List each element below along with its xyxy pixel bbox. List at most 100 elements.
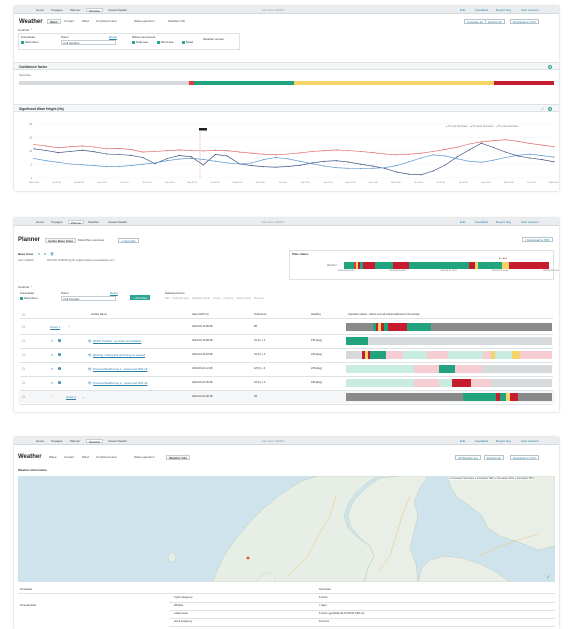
subtab-wave[interactable]: Wave: [47, 455, 59, 460]
data-point[interactable]: [154, 162, 156, 164]
data-point[interactable]: [553, 156, 555, 158]
col-operation-status[interactable]: Operation status - Worst over all criter…: [348, 313, 420, 316]
data-point[interactable]: [178, 155, 180, 157]
data-point[interactable]: [202, 158, 204, 160]
data-point[interactable]: [517, 154, 519, 156]
data-point[interactable]: [106, 153, 108, 155]
col-total-hours[interactable]: Total hours: [254, 313, 267, 316]
data-point[interactable]: [251, 162, 253, 164]
data-point[interactable]: [275, 154, 277, 156]
data-point[interactable]: [166, 158, 168, 160]
operation-status-bar[interactable]: [346, 365, 552, 373]
eye-icon[interactable]: 👁: [88, 381, 92, 385]
subtab-wind[interactable]: Wind: [80, 455, 91, 460]
data-point[interactable]: [372, 165, 374, 167]
nav-tab-weather[interactable]: Weather: [86, 220, 101, 225]
row-checkbox[interactable]: ☐: [22, 325, 25, 329]
data-point[interactable]: [311, 163, 313, 165]
data-point[interactable]: [275, 156, 277, 159]
data-point[interactable]: [69, 146, 71, 148]
all-weather-button[interactable]: All Weather sel.: [455, 455, 482, 460]
explore-all-button[interactable]: Explore all: [485, 19, 505, 24]
data-point[interactable]: [492, 146, 495, 149]
legend-item[interactable]: ● Forecaster WNI: [515, 477, 534, 480]
data-point[interactable]: [106, 166, 108, 168]
data-point[interactable]: [118, 153, 120, 156]
data-point[interactable]: [81, 145, 83, 147]
operation-status-bar[interactable]: [346, 379, 552, 387]
data-point[interactable]: [480, 161, 482, 163]
fullscreen-icon[interactable]: ⤢: [547, 575, 550, 579]
data-point[interactable]: [299, 152, 301, 154]
nav-tab-home[interactable]: Home: [34, 439, 46, 444]
table-row[interactable]: ☐ Group 1 ⌃ 2024-09-19 08:48 88: [18, 321, 555, 333]
data-point[interactable]: [372, 152, 374, 154]
nav-report-bug-link[interactable]: Report bug: [496, 439, 511, 443]
data-point[interactable]: [505, 139, 507, 141]
nav-tab-vessel-details[interactable]: Vessel Details: [106, 8, 129, 13]
data-point[interactable]: [456, 156, 458, 158]
selected-action-5[interactable]: Add to group: [236, 297, 251, 300]
plan-status-bar[interactable]: [344, 262, 549, 269]
wave-swell-checkbox[interactable]: Swell: [182, 40, 193, 44]
wave-total-sea-checkbox[interactable]: Total sea: [132, 40, 148, 44]
data-point[interactable]: [359, 163, 362, 165]
table-row[interactable]: ☐ ✎ ✓ 👁 MOCF Position - go down and stabiliz…: [18, 335, 555, 347]
data-point[interactable]: [130, 154, 132, 156]
data-point[interactable]: [492, 159, 495, 161]
data-point[interactable]: [263, 159, 265, 161]
data-point[interactable]: [166, 150, 168, 152]
data-point[interactable]: [81, 164, 83, 166]
nav-report-bug-link[interactable]: Report bug: [496, 220, 511, 224]
series-line-1[interactable]: [33, 142, 555, 176]
data-point[interactable]: [553, 161, 555, 163]
data-point[interactable]: [529, 142, 531, 144]
subtab-wave-spectrum[interactable]: Wave spectrum: [132, 455, 157, 460]
data-point[interactable]: [251, 152, 253, 154]
row-checkbox[interactable]: ☐: [22, 339, 25, 343]
selected-action-2[interactable]: Duplicate group: [192, 297, 210, 300]
edit-icon[interactable]: ✎: [51, 339, 54, 343]
vessel-position-marker[interactable]: [246, 556, 250, 560]
download-csv-button[interactable]: Download to CSV: [510, 455, 539, 460]
copy-icon[interactable]: ⧉: [44, 252, 46, 256]
legend-item[interactable]: ● Forecaster DNV: [495, 477, 514, 480]
zoom-select[interactable]: Full duration: [61, 40, 116, 45]
nav-tab-planner[interactable]: Planner: [68, 219, 85, 225]
data-point[interactable]: [239, 163, 241, 165]
subtab-combined-view[interactable]: Combined view: [94, 455, 119, 460]
row-checkbox[interactable]: ☐: [22, 353, 25, 357]
data-point[interactable]: [444, 164, 446, 166]
controls-toggle[interactable]: Controls ⌃: [18, 28, 33, 32]
download-pdf-button[interactable]: ⤓ Download to PDF: [522, 237, 553, 242]
data-point[interactable]: [57, 161, 59, 163]
subtab-weather-info[interactable]: Weather Info: [166, 19, 187, 24]
forecaster-stormgeo-checkbox[interactable]: StormGeo: [21, 40, 38, 44]
data-point[interactable]: [275, 166, 277, 168]
data-point[interactable]: [190, 157, 192, 159]
nav-tab-weather[interactable]: Weather: [86, 438, 104, 444]
nav-edit-link[interactable]: Edit: [460, 8, 465, 12]
data-point[interactable]: [505, 156, 507, 159]
edit-icon[interactable]: ✎: [51, 353, 54, 357]
subtab-multi-plan-overview[interactable]: Multi-Plan overview: [76, 238, 106, 243]
data-point[interactable]: [347, 167, 349, 169]
data-point[interactable]: [311, 150, 313, 153]
data-point[interactable]: [529, 153, 531, 155]
table-row[interactable]: ☐ ✎ ✓ 👁 Proceed Weather leg 1 - speed and 50…: [18, 363, 555, 375]
data-point[interactable]: [226, 150, 229, 152]
zoom-select[interactable]: Full forecast: [61, 296, 116, 301]
data-point[interactable]: [335, 167, 337, 169]
data-point[interactable]: [251, 165, 253, 167]
series-line-0[interactable]: [33, 139, 555, 156]
data-point[interactable]: [142, 163, 144, 165]
data-point[interactable]: [432, 170, 434, 172]
data-point[interactable]: [480, 141, 482, 143]
nav-tab-voyages[interactable]: Voyages: [49, 8, 65, 13]
nav-tab-home[interactable]: Home: [34, 220, 46, 225]
data-point[interactable]: [432, 154, 434, 156]
data-point[interactable]: [118, 148, 120, 150]
data-point[interactable]: [359, 150, 362, 153]
wave-wind-sea-checkbox[interactable]: Wind sea: [157, 40, 173, 44]
row-checkbox[interactable]: ☐: [22, 381, 25, 385]
